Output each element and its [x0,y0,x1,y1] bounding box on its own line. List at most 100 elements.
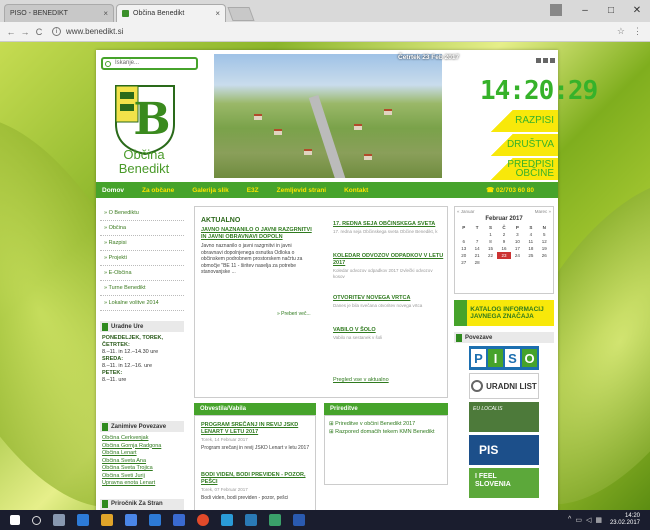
article-title[interactable]: 17. REDNA SEJA OBČINSKEGA SVETA [333,221,445,228]
windows-start-icon[interactable] [10,515,20,525]
link-cerkvenjak[interactable]: Občina Cerkvenjak [102,435,182,443]
calendar-next-link[interactable]: Marec » [535,209,551,214]
calendar-day[interactable]: 2 [497,231,510,238]
link-sveta-ana[interactable]: Občina Sveta Ana [102,458,182,466]
calendar-day[interactable]: 14 [470,245,483,252]
calendar-day[interactable]: 18 [524,245,537,252]
back-icon[interactable]: ← [4,27,18,37]
nav-turne[interactable]: » Turne Benedikt [100,281,184,296]
app-icon[interactable] [245,514,257,526]
menu-icon[interactable]: ⋮ [633,26,642,37]
info-icon[interactable]: i [52,27,61,36]
word-icon[interactable] [293,514,305,526]
chrome-icon[interactable] [197,514,209,526]
notice-title[interactable]: BODI VIDEN, BODI PREVIDEN - POZOR, PEŠCI [201,472,311,486]
menu-za-obcane[interactable]: Za občane [142,187,174,194]
calendar-day[interactable]: 1 [484,231,497,238]
calendar-day[interactable]: 22 [484,252,497,259]
view-all-link[interactable]: Pregled vse v aktualno [333,377,389,383]
drustva-button[interactable]: DRUŠTVA [468,134,558,156]
calendar-day[interactable]: 28 [470,259,483,266]
calendar-day[interactable]: 26 [538,252,551,259]
link-gornja-radgona[interactable]: Občina Gornja Radgona [102,443,182,451]
tab-obcina-benedikt[interactable]: Občina Benedikt × [116,4,226,22]
calendar-day[interactable]: 12 [538,238,551,245]
app-icon[interactable] [269,514,281,526]
network-icon[interactable]: ▭ [575,516,582,524]
nav-projekti[interactable]: » Projekti [100,251,184,266]
municipality-name[interactable]: Občina Benedikt [104,148,184,176]
notice-title[interactable]: PROGRAM SREČANJ IN REVIJ JSKD LENART V L… [201,422,311,436]
uradni-list-banner[interactable]: URADNI LIST [469,373,539,399]
read-more-link[interactable]: » Preberi več... [277,311,311,317]
user-icon[interactable] [550,4,562,16]
calendar-day[interactable]: 13 [457,245,470,252]
article-title[interactable]: VABILO V ŠOLO [333,327,445,334]
razpisi-button[interactable]: RAZPISI [468,110,558,132]
menu-galerija[interactable]: Galerija slik [192,187,229,194]
calendar-day[interactable]: 17 [511,245,524,252]
forward-icon[interactable]: → [18,27,32,37]
close-tab-icon[interactable]: × [103,9,108,18]
sitemap-icon[interactable] [550,58,555,63]
mail-icon[interactable] [543,58,548,63]
search-icon[interactable] [32,515,41,525]
task-view-icon[interactable] [53,514,65,526]
event-link[interactable]: ⊞ Prireditve v občini Benedikt 2017 [329,420,443,428]
calendar-day[interactable]: 3 [511,231,524,238]
article-title[interactable]: JAVNO NAZNANILO O JAVNI RAZGRNITVI IN JA… [201,227,313,241]
article-title[interactable]: KOLEDAR ODVOZOV ODPADKOV V LETU 2017 [333,253,445,267]
menu-kontakt[interactable]: Kontakt [344,187,368,194]
nav-razpisi[interactable]: » Razpisi [100,236,184,251]
link-lenart[interactable]: Občina Lenart [102,450,182,458]
keyboard-icon[interactable]: ▦ [595,516,602,524]
calendar-day[interactable]: 19 [538,245,551,252]
link-sveti-jurij[interactable]: Občina Sveti Jurij [102,473,182,481]
calendar-day[interactable]: 25 [524,252,537,259]
url-field[interactable]: i www.benedikt.si [52,27,617,36]
nav-e-obcina[interactable]: » E-Občina [100,266,184,281]
volume-icon[interactable]: ◁ [586,516,591,524]
calendar-day[interactable]: 10 [511,238,524,245]
i-feel-slovenia-banner[interactable]: I FEEL SLOVENIA [469,468,539,498]
nav-o-benediktu[interactable]: » O Benediktu [100,206,184,221]
new-tab-button[interactable] [227,7,255,21]
piso-banner[interactable]: P I S O [469,346,539,370]
store-icon[interactable] [125,514,137,526]
calendar-day[interactable]: 5 [538,231,551,238]
close-window-icon[interactable]: ✕ [624,0,650,20]
calendar-day[interactable]: 21 [470,252,483,259]
calendar-day[interactable]: 4 [524,231,537,238]
tab-piso[interactable]: PISO - BENEDIKT × [4,4,114,22]
katalog-banner[interactable]: KATALOG INFORMACIJ JAVNEGA ZNAČAJA [454,300,554,326]
nav-obcina[interactable]: » Občina [100,221,184,236]
edge-icon[interactable] [77,514,89,526]
calendar-day[interactable]: 8 [484,238,497,245]
menu-e3z[interactable]: E3Z [247,187,259,194]
calendar-day[interactable]: 24 [511,252,524,259]
close-tab-icon[interactable]: × [215,9,220,18]
calendar-day[interactable]: 15 [484,245,497,252]
calendar-day[interactable]: 27 [457,259,470,266]
reload-icon[interactable]: C [32,27,46,37]
link-sveta-trojica[interactable]: Občina Sveta Trojica [102,465,182,473]
taskbar-clock[interactable]: 14:20 23.02.2017 [610,513,650,527]
calendar-day[interactable]: 11 [524,238,537,245]
explorer-icon[interactable] [101,514,113,526]
calendar-day[interactable]: 6 [457,238,470,245]
star-icon[interactable]: ☆ [617,26,625,37]
calendar-day[interactable]: 23 [497,252,511,259]
calendar-day[interactable]: 20 [457,252,470,259]
nav-volitve[interactable]: » Lokalne volitve 2014 [100,296,184,311]
calendar-day[interactable]: 9 [497,238,510,245]
event-link[interactable]: ⊞ Razpored domačih tekem KMN Benedikt [329,428,443,436]
calendar-day[interactable]: 16 [497,245,510,252]
eu-localis-banner[interactable]: EU LOCALIS [469,402,539,432]
predpisi-button[interactable]: PREDPISI OBČINE [468,158,558,180]
pis-banner[interactable]: PIS [469,435,539,465]
chevron-up-icon[interactable]: ^ [568,516,571,524]
calendar-prev-link[interactable]: « Januar [457,209,475,214]
home-icon[interactable] [536,58,541,63]
menu-domov[interactable]: Domov [102,187,124,194]
app-icon[interactable] [221,514,233,526]
